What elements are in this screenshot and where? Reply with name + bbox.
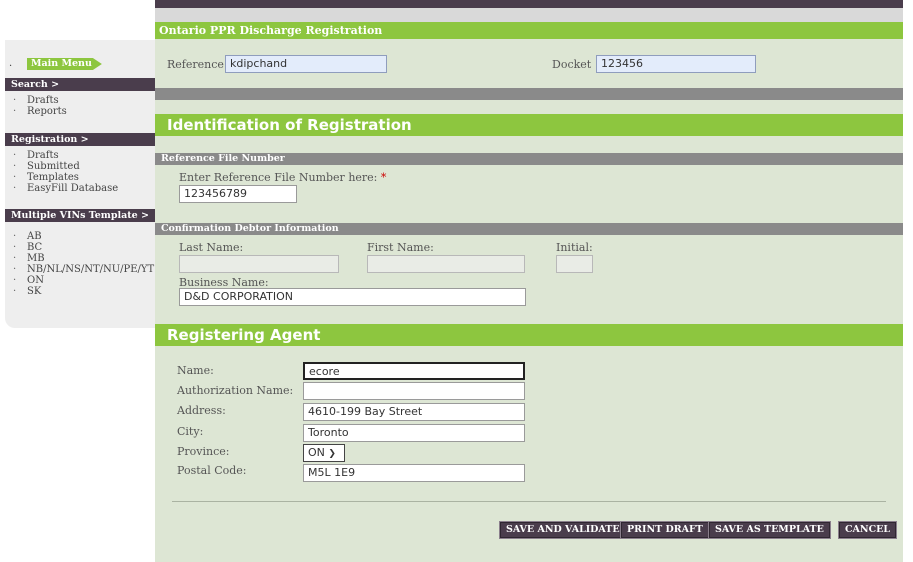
separator-bar bbox=[155, 88, 903, 100]
sidebar-item-reports[interactable]: · Reports bbox=[13, 107, 67, 117]
bullet-icon: · bbox=[13, 183, 17, 194]
identification-header: Identification of Registration bbox=[155, 114, 903, 136]
bullet-icon: · bbox=[13, 264, 17, 275]
required-marker: * bbox=[380, 171, 387, 184]
bullet-icon: · bbox=[13, 161, 17, 172]
sidebar-item-on[interactable]: · ON bbox=[13, 276, 44, 286]
bullet-icon: · bbox=[13, 286, 17, 297]
cancel-button[interactable]: CANCEL bbox=[839, 522, 897, 538]
sidebar-item-label: Submitted bbox=[27, 161, 80, 172]
sidebar-item-label: BC bbox=[27, 242, 43, 253]
sidebar-item-submitted[interactable]: · Submitted bbox=[13, 162, 80, 172]
search-header[interactable]: Search > bbox=[5, 78, 155, 91]
agent-name-input[interactable]: ecore bbox=[303, 362, 525, 380]
province-select-value: ON bbox=[308, 446, 325, 459]
last-name-label: Last Name: bbox=[179, 241, 244, 254]
top-banner bbox=[155, 0, 903, 8]
form-title: Ontario PPR Discharge Registration bbox=[155, 22, 903, 39]
sidebar-item-easyfill[interactable]: · EasyFill Database bbox=[13, 184, 118, 194]
bullet-icon: · bbox=[13, 150, 17, 161]
sidebar-item-sk[interactable]: · SK bbox=[13, 287, 41, 297]
sidebar-item-bc[interactable]: · BC bbox=[13, 243, 42, 253]
print-draft-button[interactable]: PRINT DRAFT bbox=[621, 522, 709, 538]
province-select[interactable]: ON ❯ bbox=[303, 444, 345, 462]
first-name-label: First Name: bbox=[367, 241, 434, 254]
first-name-input[interactable] bbox=[367, 255, 525, 273]
sidebar-item-reg-drafts[interactable]: · Drafts bbox=[13, 151, 59, 161]
sidebar-item-ab[interactable]: · AB bbox=[13, 232, 42, 242]
sidebar-item-label: AB bbox=[27, 231, 42, 242]
last-name-input[interactable] bbox=[179, 255, 339, 273]
sidebar-item-label: EasyFill Database bbox=[27, 183, 119, 194]
sidebar-item-label: ON bbox=[27, 275, 44, 286]
reference-label: Reference bbox=[167, 58, 224, 71]
top-subbar bbox=[155, 8, 903, 22]
city-label: City: bbox=[177, 425, 204, 438]
address-input[interactable]: 4610-199 Bay Street bbox=[303, 403, 525, 421]
reference-file-label-text: Enter Reference File Number here: bbox=[179, 171, 378, 184]
sidebar: Main Menu · Search > · Drafts · Reports Re… bbox=[5, 40, 155, 328]
agent-name-label: Name: bbox=[177, 364, 214, 377]
registration-header[interactable]: Registration > bbox=[5, 133, 155, 146]
sidebar-item-label: NB/NL/NS/NT/NU/PE/YT bbox=[27, 264, 155, 275]
business-name-input[interactable]: D&D CORPORATION bbox=[179, 288, 526, 306]
bullet-icon: · bbox=[13, 95, 17, 106]
authorization-name-input[interactable] bbox=[303, 382, 525, 400]
initial-label: Initial: bbox=[556, 241, 593, 254]
save-and-validate-button[interactable]: SAVE AND VALIDATE bbox=[500, 522, 626, 538]
registration-form: Ontario PPR Discharge Registration Refer… bbox=[155, 22, 903, 562]
postal-code-input[interactable]: M5L 1E9 bbox=[303, 464, 525, 482]
authorization-name-label: Authorization Name: bbox=[177, 384, 294, 397]
sidebar-item-nb-group[interactable]: · NB/NL/NS/NT/NU/PE/YT bbox=[13, 265, 154, 275]
reference-input[interactable]: kdipchand bbox=[225, 55, 387, 73]
bullet-icon: · bbox=[9, 61, 13, 72]
city-input[interactable]: Toronto bbox=[303, 424, 525, 442]
sidebar-item-mb[interactable]: · MB bbox=[13, 254, 45, 264]
save-as-template-button[interactable]: SAVE AS TEMPLATE bbox=[709, 522, 830, 538]
sidebar-item-label: Drafts bbox=[27, 95, 59, 106]
registering-agent-header: Registering Agent bbox=[155, 324, 903, 346]
reference-file-header: Reference File Number bbox=[155, 153, 903, 165]
docket-label: Docket bbox=[552, 58, 592, 71]
sidebar-item-label: SK bbox=[27, 286, 42, 297]
sidebar-item-label: Drafts bbox=[27, 150, 59, 161]
sidebar-item-label: Reports bbox=[27, 106, 67, 117]
divider bbox=[172, 501, 886, 502]
reference-file-label: Enter Reference File Number here: * bbox=[179, 171, 386, 184]
debtor-header: Confirmation Debtor Information bbox=[155, 223, 903, 235]
bullet-icon: · bbox=[13, 231, 17, 242]
province-label: Province: bbox=[177, 445, 230, 458]
bullet-icon: · bbox=[13, 275, 17, 286]
chevron-down-icon: ❯ bbox=[328, 449, 336, 459]
bullet-icon: · bbox=[13, 242, 17, 253]
bullet-icon: · bbox=[13, 172, 17, 183]
sidebar-item-label: MB bbox=[27, 253, 45, 264]
bullet-icon: · bbox=[13, 253, 17, 264]
sidebar-item-search-drafts[interactable]: · Drafts bbox=[13, 96, 59, 106]
reference-file-input[interactable]: 123456789 bbox=[179, 185, 297, 203]
docket-input[interactable]: 123456 bbox=[596, 55, 756, 73]
address-label: Address: bbox=[177, 404, 226, 417]
main-menu-link[interactable]: Main Menu bbox=[27, 58, 102, 70]
sidebar-item-templates[interactable]: · Templates bbox=[13, 173, 79, 183]
initial-input[interactable] bbox=[556, 255, 593, 273]
bullet-icon: · bbox=[13, 106, 17, 117]
multiple-vins-header[interactable]: Multiple VINs Template > bbox=[5, 209, 155, 222]
sidebar-item-label: Templates bbox=[27, 172, 79, 183]
postal-code-label: Postal Code: bbox=[177, 464, 247, 477]
